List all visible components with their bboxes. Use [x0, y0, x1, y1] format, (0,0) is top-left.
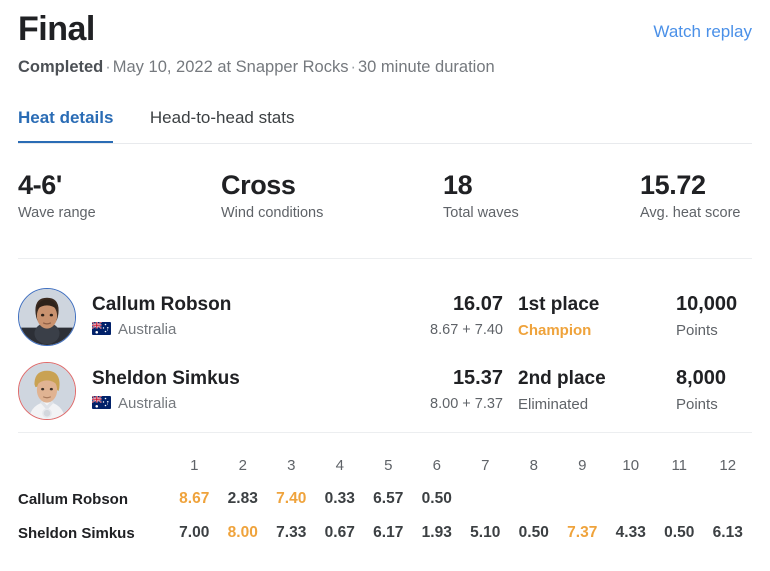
wave-column-header-2: 2: [238, 456, 247, 474]
wave-score: 8.67: [179, 490, 210, 507]
wave-score: 0.67: [324, 524, 355, 541]
athlete-place: 2nd place: [518, 368, 606, 389]
stat-wave-range-label: Wave range: [18, 205, 96, 221]
wave-score: 2.83: [227, 490, 258, 507]
wave-score: 7.40: [276, 490, 307, 507]
wave-score: 0.50: [664, 524, 695, 541]
wave-score-empty: [607, 482, 656, 516]
australia-flag-icon: [92, 322, 111, 335]
wave-table-header-row: 1 2 3 4 5 6 7 8 9 10 11 12: [18, 448, 752, 482]
wave-score-empty: [558, 482, 607, 516]
tab-bar: Heat details Head-to-head stats: [18, 98, 752, 144]
wave-score-empty: [704, 482, 753, 516]
table-row[interactable]: Sheldon Simkus Australia 15.37 8.00 + 7.…: [18, 356, 752, 430]
heat-stats: 4-6' Wave range Cross Wind conditions 18…: [18, 168, 752, 232]
wave-scores-table: 1 2 3 4 5 6 7 8 9 10 11 12 Callum Robson 8.67 2.83 7.4…: [18, 448, 752, 550]
avatar: [18, 288, 76, 346]
wave-table-row: Callum Robson 8.67 2.83 7.40 0.33 6.57 0.50: [18, 482, 752, 516]
wave-score-empty: [655, 482, 704, 516]
wave-score: 0.33: [324, 490, 355, 507]
stat-wave-range-value: 4-6': [18, 170, 62, 200]
stat-wind-conditions: Cross Wind conditions: [221, 168, 323, 223]
wave-score-empty: [461, 482, 510, 516]
tab-heat-details[interactable]: Heat details: [18, 98, 114, 143]
wave-score: 7.33: [276, 524, 307, 541]
athlete-name: Sheldon Simkus: [92, 368, 240, 389]
wave-score: 7.37: [567, 524, 598, 541]
wave-score: 6.17: [373, 524, 404, 541]
stat-wind-conditions-value: Cross: [221, 170, 296, 200]
australia-flag-icon: [92, 396, 111, 409]
wave-column-header-5: 5: [384, 456, 393, 474]
watch-replay-link[interactable]: Watch replay: [653, 22, 752, 42]
page-header: Final Watch replay Completed · May 10, 202…: [18, 8, 752, 80]
wave-row-athlete-name: Sheldon Simkus: [18, 524, 135, 542]
athlete-wave-breakdown: 8.00 + 7.37: [430, 396, 503, 412]
athlete-country: Australia: [92, 320, 176, 340]
avatar: [18, 362, 76, 420]
athlete-country-label: Australia: [118, 321, 177, 338]
wave-column-header-4: 4: [335, 456, 344, 474]
tab-head-to-head-stats[interactable]: Head-to-head stats: [150, 98, 295, 143]
wave-score: 4.33: [615, 524, 646, 541]
subtitle-separator-2: ·: [350, 58, 357, 76]
stat-avg-heat-score-label: Avg. heat score: [640, 205, 741, 221]
wave-score-empty: [510, 482, 559, 516]
wave-column-header-9: 9: [578, 456, 587, 474]
wave-column-header-10: 10: [622, 456, 640, 474]
athlete-list: Callum Robson Australia 16.07 8.67 + 7.4…: [18, 282, 752, 430]
divider-above-athletes: [18, 258, 752, 259]
wave-score: 1.93: [421, 524, 452, 541]
stat-wave-range: 4-6' Wave range: [18, 168, 96, 223]
athlete-points: 8,000: [676, 367, 727, 389]
athlete-place: 1st place: [518, 294, 600, 315]
wave-score: 8.00: [227, 524, 258, 541]
wave-score: 6.13: [712, 524, 743, 541]
stat-total-waves-value: 18: [443, 170, 473, 200]
wave-score: 0.50: [518, 524, 549, 541]
stat-wind-conditions-label: Wind conditions: [221, 205, 324, 221]
athlete-points-label: Points: [676, 396, 718, 413]
stat-total-waves-label: Total waves: [443, 205, 519, 221]
wave-column-header-8: 8: [529, 456, 538, 474]
stat-avg-heat-score-value: 15.72: [640, 170, 706, 200]
wave-column-header-12: 12: [719, 456, 737, 474]
wave-row-athlete-name: Callum Robson: [18, 490, 129, 508]
table-row[interactable]: Callum Robson Australia 16.07 8.67 + 7.4…: [18, 282, 752, 356]
status-badge: Champion: [518, 322, 592, 339]
heat-duration: 30 minute duration: [358, 58, 495, 76]
wave-column-header-1: 1: [190, 456, 199, 474]
athlete-points-label: Points: [676, 322, 718, 339]
divider-above-wave-table: [18, 432, 752, 433]
wave-column-header-7: 7: [481, 456, 490, 474]
athlete-points: 10,000: [676, 293, 738, 315]
stat-total-waves: 18 Total waves: [443, 168, 519, 223]
wave-table-name-header: [18, 448, 170, 482]
heat-meta: May 10, 2022 at Snapper Rocks: [112, 58, 349, 76]
athlete-heat-score: 16.07: [452, 293, 503, 315]
heat-subtitle: Completed · May 10, 2022 at Snapper Rocks ·…: [18, 56, 752, 78]
heat-status: Completed: [18, 58, 104, 76]
athlete-country: Australia: [92, 394, 176, 414]
wave-score: 6.57: [373, 490, 404, 507]
wave-table-body: Callum Robson 8.67 2.83 7.40 0.33 6.57 0.50 She…: [18, 482, 752, 550]
page-title: Final: [18, 10, 95, 48]
wave-column-header-6: 6: [432, 456, 441, 474]
athlete-name: Callum Robson: [92, 294, 232, 315]
stat-avg-heat-score: 15.72 Avg. heat score: [640, 168, 741, 223]
wave-column-header-3: 3: [287, 456, 296, 474]
wave-score: 7.00: [179, 524, 210, 541]
athlete-heat-score: 15.37: [452, 367, 503, 389]
athlete-country-label: Australia: [118, 395, 177, 412]
subtitle-separator-1: ·: [105, 58, 111, 76]
wave-column-header-11: 11: [671, 456, 688, 474]
wave-score: 5.10: [470, 524, 501, 541]
athlete-wave-breakdown: 8.67 + 7.40: [430, 322, 503, 338]
heat-result-page: Final Watch replay Completed · May 10, 202…: [0, 0, 770, 571]
wave-score: 0.50: [421, 490, 452, 507]
status-badge: Eliminated: [518, 396, 589, 413]
wave-table-row: Sheldon Simkus 7.00 8.00 7.33 0.67 6.17 1.93 5.…: [18, 516, 752, 550]
